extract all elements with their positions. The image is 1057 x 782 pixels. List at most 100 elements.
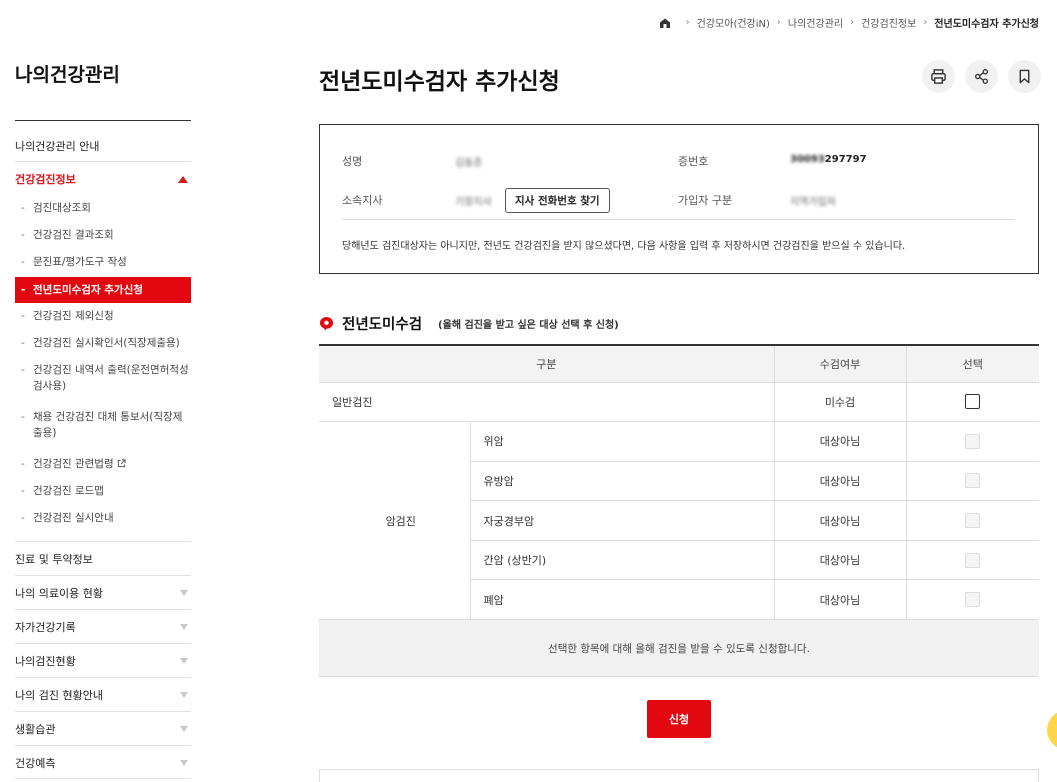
caret-down-icon (180, 590, 188, 596)
sidebar-title: 나의건강관리 (15, 64, 120, 86)
section-heading: 전년도미수검 (올해 검진을 받고 싶은 대상 선택 후 신청) (319, 313, 619, 334)
breadcrumb-item[interactable]: 건강모아(건강iN) (697, 15, 770, 30)
section-subtitle: (올해 검진을 받고 싶은 대상 선택 후 신청) (438, 320, 619, 331)
sidebar-subitem-additional-apply[interactable]: 전년도미수검자 추가신청 (15, 277, 191, 303)
section-title: 전년도미수검 (342, 317, 423, 333)
bookmark-icon (1019, 69, 1030, 84)
liver-cancer-checkbox (965, 552, 981, 568)
sidebar-item-label: 나의 검진 현황안내 (15, 689, 103, 702)
header-status: 수검여부 (773, 345, 906, 383)
id-value-masked: 30093 (790, 154, 825, 165)
cancer-type-select (905, 461, 1039, 502)
name-value: 김동준 (455, 158, 483, 169)
breadcrumb-item[interactable]: 나의건강관리 (788, 15, 843, 30)
sidebar-item-intro[interactable]: 나의건강관리 안내 (15, 138, 191, 154)
breadcrumb: › 건강모아(건강iN) › 나의건강관리 › 건강검진정보 › 전년도미수검자… (659, 15, 1039, 30)
divider (15, 541, 191, 542)
share-icon (974, 69, 989, 84)
divider (15, 711, 191, 712)
sidebar-subitem-guide[interactable]: 건강검진 실시안내 (15, 510, 191, 527)
table-row: 일반검진 미수검 (319, 382, 1039, 423)
sidebar-item-label: 나의검진현황 (15, 655, 76, 668)
caret-down-icon (180, 726, 188, 732)
floating-chat-button[interactable] (1047, 710, 1057, 750)
external-link-icon (117, 459, 126, 468)
sidebar-subitem-statement[interactable]: 건강검진 내역서 출력(운전면허적성검사용) (15, 362, 191, 395)
sidebar-item-checkup-info[interactable]: 건강검진정보 (15, 171, 191, 187)
sidebar-subitem-roadmap[interactable]: 건강검진 로드맵 (15, 483, 191, 500)
sidebar-item-medical-usage[interactable]: 나의 의료이용 현황 (15, 585, 191, 601)
cancer-type-status: 대상아님 (773, 461, 906, 502)
sidebar-subitem-confirmation[interactable]: 건강검진 실시확인서(직장제출용) (15, 335, 191, 352)
page-title: 전년도미수검자 추가신청 (319, 69, 560, 95)
sidebar-subitem-result[interactable]: 건강검진 결과조회 (15, 227, 191, 244)
notice-text: 당해년도 검진대상자는 아니지만, 전년도 건강검진을 받지 않으셨다면, 다음… (342, 241, 906, 252)
divider (342, 219, 1014, 220)
cancer-type-label: 유방암 (469, 461, 774, 502)
sidebar-item-self-record[interactable]: 자가건강기록 (15, 619, 191, 635)
id-value: 30093297797 (790, 154, 867, 165)
general-checkup-checkbox[interactable] (965, 394, 981, 410)
chevron-right-icon: › (685, 17, 690, 28)
table-footer-text: 선택한 항목에 대해 올해 검진을 받을 수 있도록 신청합니다. (319, 619, 1039, 678)
sidebar-subitem-questionnaire[interactable]: 문진표/평가도구 작성 (15, 254, 191, 271)
cancer-type-select (905, 421, 1039, 462)
sidebar-item-my-checkup[interactable]: 나의검진현황 (15, 653, 191, 669)
divider (15, 677, 191, 678)
cancer-type-label: 위암 (469, 421, 774, 462)
header-select: 선택 (905, 345, 1039, 383)
chevron-right-icon: › (850, 17, 855, 28)
divider (15, 609, 191, 610)
find-branch-phone-button[interactable]: 지사 전화번호 찾기 (505, 188, 610, 213)
apply-button[interactable]: 신청 (647, 700, 711, 738)
sidebar-subitem-target[interactable]: 검진대상조회 (15, 200, 191, 217)
cancer-type-status: 대상아님 (773, 500, 906, 541)
sidebar-subitem-laws[interactable]: 건강검진 관련법령 (15, 456, 191, 473)
general-checkup-label: 일반검진 (319, 382, 774, 423)
member-type-value: 지역가입자 (790, 197, 836, 208)
home-icon[interactable] (659, 17, 671, 29)
cervical-cancer-checkbox (965, 513, 981, 529)
table-header-row: 구분 수검여부 선택 (319, 345, 1039, 383)
bookmark-button[interactable] (1008, 60, 1041, 93)
header-category: 구분 (319, 345, 774, 383)
sidebar-item-treatment[interactable]: 진료 및 투약정보 (15, 551, 191, 567)
sidebar-item-checkup-guide[interactable]: 나의 검진 현황안내 (15, 687, 191, 703)
cancer-type-select (905, 579, 1039, 621)
cancer-type-status: 대상아님 (773, 579, 906, 621)
sidebar-subitem-employment[interactable]: 채용 건강검진 대체 통보서(직장제출용) (15, 409, 191, 442)
member-info-box: 성명 김동준 증번호 30093297797 소속지사 기장지사 지사 전화번호… (319, 124, 1039, 274)
print-button[interactable] (922, 60, 955, 93)
sidebar-item-prediction[interactable]: 건강예측 (15, 755, 191, 771)
cancer-type-status: 대상아님 (773, 540, 906, 581)
cancer-type-select (905, 500, 1039, 541)
branch-value: 기장지사 (455, 197, 492, 208)
caret-down-icon (180, 692, 188, 698)
cancer-type-select (905, 540, 1039, 581)
sidebar-item-label: 자가건강기록 (15, 621, 76, 634)
sidebar-subitem-exclusion[interactable]: 건강검진 제외신청 (15, 308, 191, 325)
caret-up-icon (178, 175, 188, 183)
sidebar-divider (15, 120, 191, 121)
chevron-right-icon: › (776, 17, 781, 28)
branch-label: 소속지사 (342, 194, 383, 207)
page-actions (922, 60, 1041, 93)
cancer-group-label: 암검진 (319, 421, 470, 621)
print-icon (931, 69, 946, 84)
sidebar-item-label: 진료 및 투약정보 (15, 553, 93, 566)
cancer-type-label: 폐암 (469, 579, 774, 621)
sidebar-item-lifestyle[interactable]: 생활습관 (15, 721, 191, 737)
table-footer-row: 선택한 항목에 대해 올해 검진을 받을 수 있도록 신청합니다. (319, 619, 1039, 678)
stomach-cancer-checkbox (965, 433, 981, 449)
breadcrumb-item[interactable]: 건강검진정보 (861, 15, 916, 30)
id-label: 증번호 (678, 155, 709, 168)
sidebar-item-label: 건강검진정보 (15, 173, 76, 186)
caret-down-icon (180, 624, 188, 630)
sidebar-item-label: 나의건강관리 안내 (15, 140, 100, 153)
lung-cancer-checkbox (965, 592, 981, 608)
member-type-label: 가입자 구분 (678, 194, 733, 207)
sidebar-item-label: 건강예측 (15, 757, 56, 770)
share-button[interactable] (965, 60, 998, 93)
divider (15, 575, 191, 576)
sidebar-item-label: 나의 의료이용 현황 (15, 587, 103, 600)
